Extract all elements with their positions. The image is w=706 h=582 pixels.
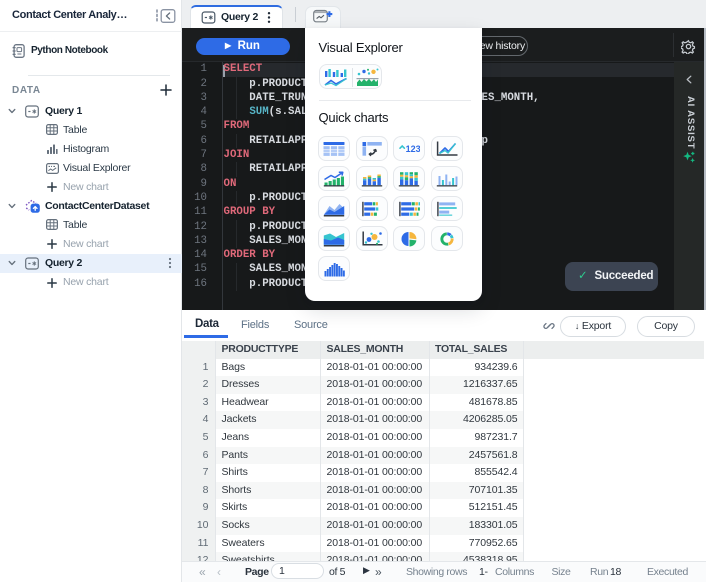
- svg-text:123: 123: [406, 144, 420, 154]
